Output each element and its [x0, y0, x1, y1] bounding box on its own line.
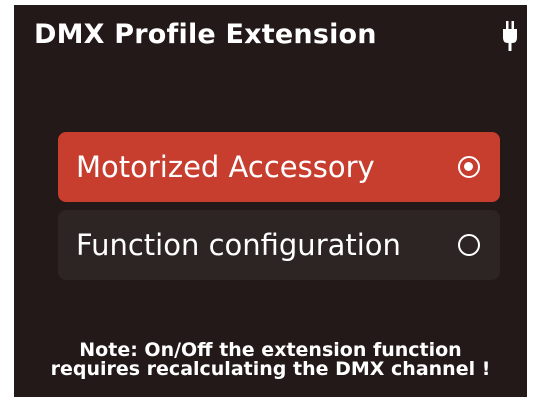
radio-dot	[464, 162, 473, 171]
note-line-2: requires recalculating the DMX channel !	[50, 358, 491, 380]
option-function-configuration[interactable]: Function configuration	[58, 210, 500, 280]
page-title: DMX Profile Extension	[34, 19, 377, 50]
option-motorized-accessory[interactable]: Motorized Accessory	[58, 132, 500, 202]
plug-icon	[503, 21, 517, 51]
device-screen: DMX Profile Extension Motorized Accessor…	[14, 5, 527, 397]
option-label: Motorized Accessory	[76, 150, 375, 184]
option-label: Function configuration	[76, 228, 401, 262]
note-text: Note: On/Off the extension function requ…	[14, 341, 527, 379]
radio-unselected-icon[interactable]	[458, 234, 480, 256]
radio-selected-icon[interactable]	[458, 156, 480, 178]
